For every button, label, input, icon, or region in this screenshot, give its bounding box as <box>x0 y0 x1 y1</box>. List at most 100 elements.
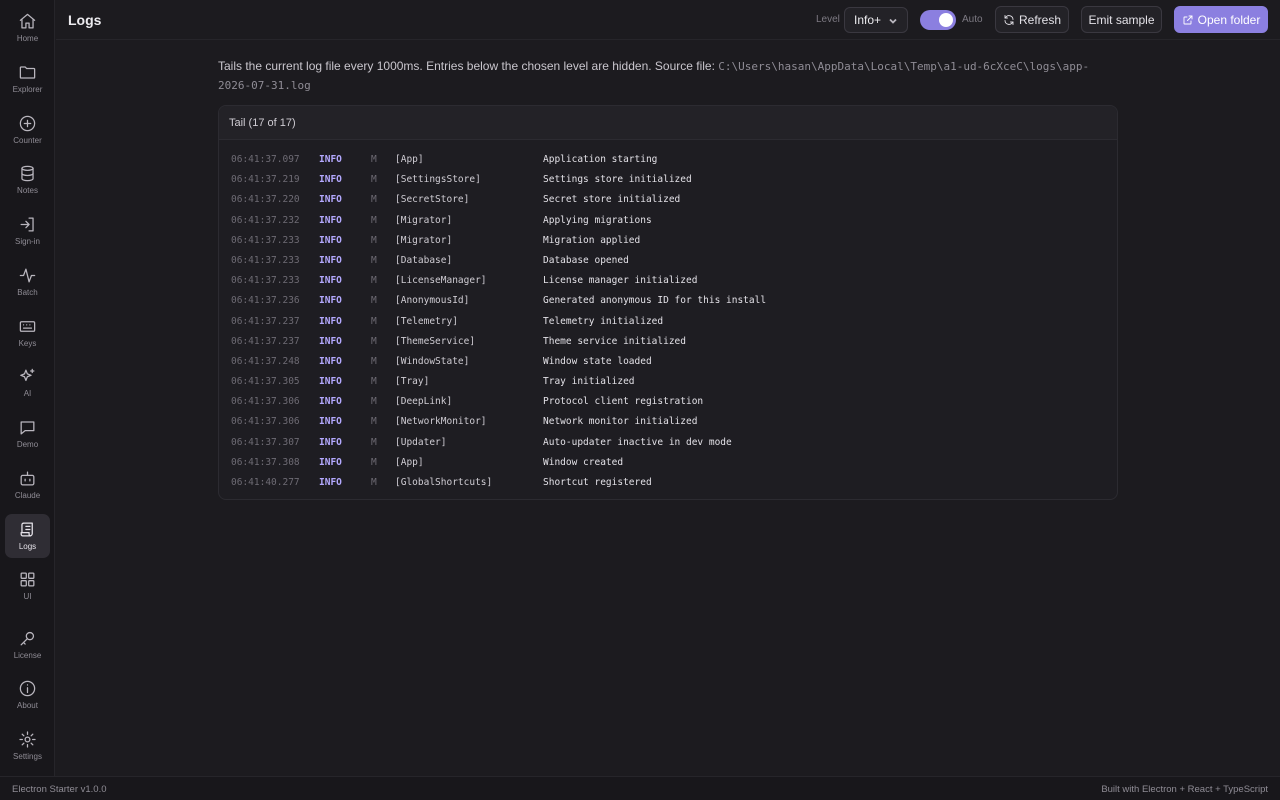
sidebar-item-label: Explorer <box>12 85 43 94</box>
log-level: INFO <box>319 396 342 408</box>
sign-in-icon <box>20 217 34 232</box>
log-message: Database opened <box>543 254 629 266</box>
log-process: M <box>371 154 377 165</box>
log-row: 06:41:37.233 INFO M [Database] Database open… <box>219 251 1117 271</box>
log-list[interactable]: 06:41:37.097 INFO M [App] Application starti… <box>219 140 1117 493</box>
sidebar-item-claude[interactable]: Claude <box>5 463 50 507</box>
log-scope: [Telemetry] <box>395 315 458 327</box>
log-scope: [Updater] <box>395 436 447 448</box>
log-message: Settings store initialized <box>543 174 692 186</box>
log-message: Window state loaded <box>543 355 652 367</box>
app-version: Electron Starter v1.0.0 <box>12 784 107 795</box>
log-message: License manager initialized <box>543 275 698 287</box>
sidebar-item-license[interactable]: License <box>5 623 50 667</box>
log-time: 06:41:37.232 <box>231 214 300 226</box>
sidebar-item-explorer[interactable]: Explorer <box>5 57 50 101</box>
info-icon <box>19 680 36 697</box>
page-title: Logs <box>68 12 102 28</box>
status-bar: Electron Starter v1.0.0 Built with Elect… <box>0 776 1280 800</box>
log-message: Migration applied <box>543 234 641 246</box>
scroll-icon <box>20 522 33 537</box>
sparkles-icon <box>20 368 35 382</box>
built-with: Built with Electron + React + TypeScript <box>1101 784 1268 795</box>
log-process: M <box>371 174 377 186</box>
log-message: Tray initialized <box>543 376 635 388</box>
log-level: INFO <box>319 295 342 307</box>
open-folder-button[interactable]: Open folder <box>1174 6 1268 33</box>
log-scope: [GlobalShortcuts] <box>395 477 493 488</box>
log-time: 06:41:37.306 <box>231 416 300 428</box>
emit-sample-button-label: Emit sample <box>1088 12 1155 27</box>
log-level: INFO <box>319 234 342 246</box>
log-message: Shortcut registered <box>543 477 652 488</box>
database-icon <box>21 165 34 182</box>
sidebar-item-demo[interactable]: Demo <box>5 412 50 456</box>
log-process: M <box>371 456 377 468</box>
sidebar-item-home[interactable]: Home <box>5 6 50 50</box>
log-message: Telemetry initialized <box>543 315 664 327</box>
log-row: 06:41:40.277 INFO M [GlobalShortcuts] Shortc… <box>219 473 1117 493</box>
log-row: 06:41:37.237 INFO M [Telemetry] Telemetry in… <box>219 312 1117 332</box>
log-process: M <box>371 315 377 327</box>
log-time: 06:41:37.306 <box>231 396 300 408</box>
gear-icon <box>19 731 36 748</box>
auto-toggle[interactable] <box>920 10 956 30</box>
log-process: M <box>371 295 377 307</box>
sidebar-item-label: Demo <box>16 440 39 449</box>
log-process: M <box>371 335 377 347</box>
log-time: 06:41:37.220 <box>231 194 300 206</box>
sidebar-item-label: License <box>13 651 42 660</box>
log-scope: [App] <box>395 456 424 468</box>
log-process: M <box>371 396 377 408</box>
log-scope: [LicenseManager] <box>395 275 487 287</box>
log-process: M <box>371 275 377 287</box>
log-row: 06:41:37.306 INFO M [NetworkMonitor] Network… <box>219 412 1117 432</box>
log-process: M <box>371 194 377 206</box>
sidebar-item-counter[interactable]: Counter <box>5 108 50 152</box>
level-label: Level <box>816 14 840 25</box>
log-process: M <box>371 436 377 448</box>
log-process: M <box>371 214 377 226</box>
log-message: Generated anonymous ID for this install <box>543 295 767 307</box>
log-level: INFO <box>319 436 342 448</box>
sidebar-item-ui[interactable]: UI <box>5 564 50 608</box>
log-level: INFO <box>319 416 342 428</box>
log-process: M <box>371 477 377 488</box>
log-level: INFO <box>319 477 342 488</box>
log-time: 06:41:37.236 <box>231 295 300 307</box>
plus-circle-icon <box>19 115 36 132</box>
log-scope: [Database] <box>395 254 453 266</box>
refresh-button[interactable]: Refresh <box>995 6 1069 33</box>
sidebar-item-ai[interactable]: AI <box>5 361 50 405</box>
log-scope: [ThemeService] <box>395 335 476 347</box>
refresh-icon <box>1004 14 1014 25</box>
sidebar-item-notes[interactable]: Notes <box>5 158 50 202</box>
sidebar-item-sign-in[interactable]: Sign-in <box>5 209 50 253</box>
log-row: 06:41:37.233 INFO M [LicenseManager] License… <box>219 271 1117 291</box>
sidebar-item-label: About <box>17 701 38 710</box>
emit-sample-button[interactable]: Emit sample <box>1081 6 1162 33</box>
open-folder-button-label: Open folder <box>1197 12 1261 27</box>
level-select[interactable]: Info+ <box>844 7 908 33</box>
log-time: 06:41:37.233 <box>231 234 300 246</box>
sidebar-item-about[interactable]: About <box>5 673 50 717</box>
log-row: 06:41:37.305 INFO M [Tray] Tray initialized <box>219 372 1117 392</box>
log-row: 06:41:37.233 INFO M [Migrator] Migration app… <box>219 231 1117 251</box>
log-message: Applying migrations <box>543 214 652 226</box>
log-process: M <box>371 355 377 367</box>
sidebar-item-label: Logs <box>18 542 37 551</box>
sidebar-item-batch[interactable]: Batch <box>5 260 50 304</box>
log-time: 06:41:37.307 <box>231 436 300 448</box>
log-row: 06:41:37.236 INFO M [AnonymousId] Generated … <box>219 291 1117 311</box>
log-row: 06:41:37.232 INFO M [Migrator] Applying migr… <box>219 211 1117 231</box>
log-level: INFO <box>319 254 342 266</box>
auto-label: Auto <box>962 14 983 25</box>
refresh-button-label: Refresh <box>1018 12 1062 27</box>
level-select-value: Info+ <box>854 13 882 27</box>
sidebar-item-settings[interactable]: Settings <box>5 724 50 768</box>
sidebar-item-logs[interactable]: Logs <box>5 514 50 558</box>
log-scope: [Tray] <box>395 376 430 388</box>
log-level: INFO <box>319 194 342 206</box>
log-time: 06:41:37.305 <box>231 376 300 388</box>
sidebar-item-keys[interactable]: Keys <box>5 311 50 355</box>
